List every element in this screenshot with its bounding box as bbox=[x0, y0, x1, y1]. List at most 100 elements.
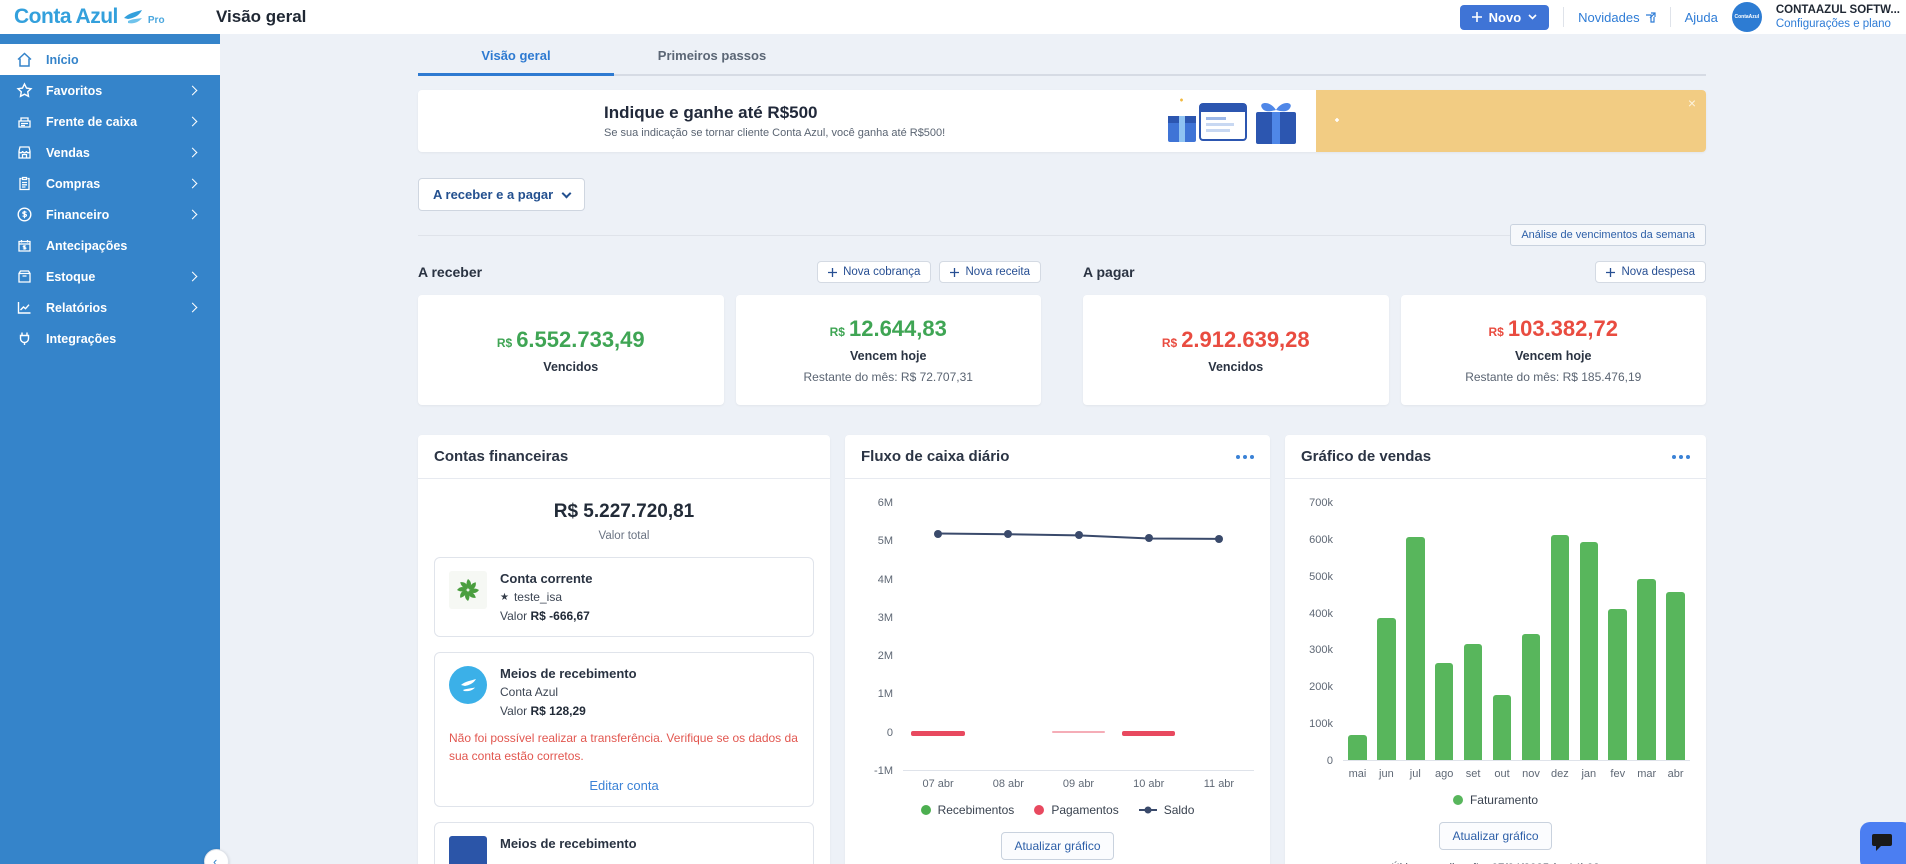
legend-item: Pagamentos bbox=[1034, 803, 1118, 817]
sales-refresh-button[interactable]: Atualizar gráfico bbox=[1439, 822, 1551, 850]
dot-marker-icon bbox=[921, 805, 931, 815]
receivables-title: A receber bbox=[418, 264, 482, 280]
account-type: Conta corrente bbox=[500, 571, 592, 586]
saldo-data-point bbox=[1004, 530, 1012, 538]
logo-text: Conta Azul bbox=[14, 5, 118, 29]
weekly-analysis-button[interactable]: Análise de vencimentos da semana bbox=[1510, 224, 1706, 246]
sidebar-item-label: Estoque bbox=[46, 270, 176, 284]
amount-label: Vencidos bbox=[543, 360, 598, 374]
faturamento-bar bbox=[1406, 537, 1425, 760]
sidebar-item-relatorios[interactable]: Relatórios bbox=[0, 292, 220, 323]
payables-summary-card[interactable]: R$103.382,72Vencem hojeRestante do mês: … bbox=[1401, 295, 1707, 405]
bank-generic-icon bbox=[449, 836, 487, 864]
sidebar-item-label: Compras bbox=[46, 177, 176, 191]
payables-summary-card[interactable]: R$2.912.639,28 Vencidos bbox=[1083, 295, 1389, 405]
more-options-icon[interactable] bbox=[1236, 451, 1254, 463]
receivables-summary-card[interactable]: R$12.644,83Vencem hojeRestante do mês: R… bbox=[736, 295, 1042, 405]
daily-cashflow-card: Fluxo de caixa diário 6M5M4M3M2M1M0-1M 0… bbox=[845, 435, 1270, 864]
cashflow-legend: RecebimentosPagamentosSaldo bbox=[861, 803, 1254, 817]
legend-item: Recebimentos bbox=[921, 803, 1015, 817]
amount-value: R$2.912.639,28 bbox=[1162, 327, 1310, 353]
contaazul-icon bbox=[449, 666, 487, 704]
account-value: Valor R$ -666,67 bbox=[500, 609, 592, 623]
banner-title: Indique e ganhe até R$500 bbox=[604, 103, 945, 123]
sidebar-item-antecipacoes[interactable]: Antecipações bbox=[0, 230, 220, 261]
accounts-card-title: Contas financeiras bbox=[434, 448, 568, 465]
app-logo[interactable]: Conta Azul Pro bbox=[0, 5, 214, 29]
sidebar-item-label: Vendas bbox=[46, 146, 176, 160]
calendar-dollar-icon bbox=[16, 237, 33, 254]
receivables-summary-card[interactable]: R$6.552.733,49Vencidos bbox=[418, 295, 724, 405]
account-error-message: Não foi possível realizar a transferênci… bbox=[449, 729, 799, 765]
sidebar-item-label: Frente de caixa bbox=[46, 115, 176, 129]
sidebar-item-inicio[interactable]: Início bbox=[0, 44, 220, 75]
nova-cobranca-button[interactable]: Nova cobrança bbox=[817, 261, 931, 283]
banner-text: Indique e ganhe até R$500 Se sua indicaç… bbox=[604, 103, 945, 139]
receivables-section: A receber Nova cobrança Nova receita R$6.… bbox=[418, 261, 1041, 405]
nova-receita-button[interactable]: Nova receita bbox=[939, 261, 1041, 283]
faturamento-bar bbox=[1666, 592, 1685, 760]
sidebar-item-vendas[interactable]: Vendas bbox=[0, 137, 220, 168]
more-options-icon[interactable] bbox=[1672, 451, 1690, 463]
favorite-star-icon: ★ bbox=[500, 592, 509, 603]
faturamento-bar bbox=[1637, 579, 1656, 760]
account-block[interactable]: CONTAAZUL SOFTW... Configurações e plano bbox=[1776, 3, 1902, 32]
settings-link[interactable]: Configurações e plano bbox=[1776, 17, 1900, 31]
cashflow-refresh-button[interactable]: Atualizar gráfico bbox=[1001, 832, 1113, 860]
account-item[interactable]: Meios de recebimentoConta AzulValor R$ 1… bbox=[434, 652, 814, 807]
box-icon bbox=[16, 268, 33, 285]
account-item[interactable]: Meios de recebimento bbox=[434, 822, 814, 864]
tab-primeiros-passos[interactable]: Primeiros passos bbox=[614, 34, 810, 76]
close-icon[interactable]: × bbox=[1688, 96, 1696, 110]
faturamento-bar bbox=[1551, 535, 1570, 760]
novidades-link[interactable]: Novidades bbox=[1578, 10, 1655, 25]
ajuda-link[interactable]: Ajuda bbox=[1685, 10, 1718, 25]
plus-icon bbox=[1472, 12, 1482, 22]
sidebar-item-label: Início bbox=[46, 53, 206, 67]
sidebar-item-estoque[interactable]: Estoque bbox=[0, 261, 220, 292]
sidebar-item-favoritos[interactable]: Favoritos bbox=[0, 75, 220, 106]
referral-banner: Indique e ganhe até R$500 Se sua indicaç… bbox=[418, 90, 1706, 152]
cashflow-card-title: Fluxo de caixa diário bbox=[861, 448, 1009, 465]
cash-register-icon bbox=[16, 113, 33, 130]
new-button[interactable]: Novo bbox=[1460, 5, 1550, 30]
chat-widget-button[interactable] bbox=[1860, 822, 1906, 864]
faturamento-bar bbox=[1377, 618, 1396, 760]
sidebar-item-label: Relatórios bbox=[46, 301, 176, 315]
store-icon bbox=[16, 144, 33, 161]
amount-value: R$103.382,72 bbox=[1489, 316, 1618, 342]
divider bbox=[1563, 7, 1564, 27]
nova-despesa-button[interactable]: Nova despesa bbox=[1595, 261, 1706, 283]
account-name: ★teste_isa bbox=[500, 590, 592, 604]
faturamento-bar bbox=[1580, 542, 1599, 760]
home-icon bbox=[16, 51, 33, 68]
filter-row: A receber e a pagar bbox=[418, 178, 1706, 211]
sidebar-item-compras[interactable]: Compras bbox=[0, 168, 220, 199]
sidebar-item-frente-de-caixa[interactable]: Frente de caixa bbox=[0, 106, 220, 137]
tab-visao-geral[interactable]: Visão geral bbox=[418, 34, 614, 76]
faturamento-bar bbox=[1348, 735, 1367, 760]
sidebar-item-integracoes[interactable]: Integrações bbox=[0, 323, 220, 354]
banner-yellow-panel bbox=[1316, 90, 1706, 152]
account-item[interactable]: Conta corrente ★teste_isa Valor R$ -666,67 bbox=[434, 557, 814, 637]
line-marker-icon bbox=[1139, 809, 1157, 811]
sidebar-item-financeiro[interactable]: Financeiro bbox=[0, 199, 220, 230]
cashflow-plot bbox=[903, 503, 1254, 771]
plus-icon bbox=[950, 268, 959, 277]
chevron-right-icon bbox=[188, 148, 198, 158]
sales-legend: Faturamento bbox=[1301, 793, 1690, 807]
edit-account-link[interactable]: Editar conta bbox=[449, 778, 799, 793]
sales-card-title: Gráfico de vendas bbox=[1301, 448, 1431, 465]
faturamento-bar bbox=[1464, 644, 1483, 760]
scope-dropdown[interactable]: A receber e a pagar bbox=[418, 178, 585, 211]
amount-label: Vencidos bbox=[1208, 360, 1263, 374]
plus-icon bbox=[1606, 268, 1615, 277]
legend-item: Faturamento bbox=[1453, 793, 1538, 807]
sidebar-nav: Início Favoritos Frente de caixa Vendas Comp… bbox=[0, 34, 220, 864]
account-avatar[interactable]: ContaAzul bbox=[1732, 2, 1762, 32]
sidebar-item-label: Antecipações bbox=[46, 239, 206, 253]
payables-title: A pagar bbox=[1083, 264, 1135, 280]
amount-sublabel: Restante do mês: R$ 185.476,19 bbox=[1465, 370, 1641, 384]
plus-icon bbox=[828, 268, 837, 277]
account-type: Meios de recebimento bbox=[500, 836, 637, 851]
